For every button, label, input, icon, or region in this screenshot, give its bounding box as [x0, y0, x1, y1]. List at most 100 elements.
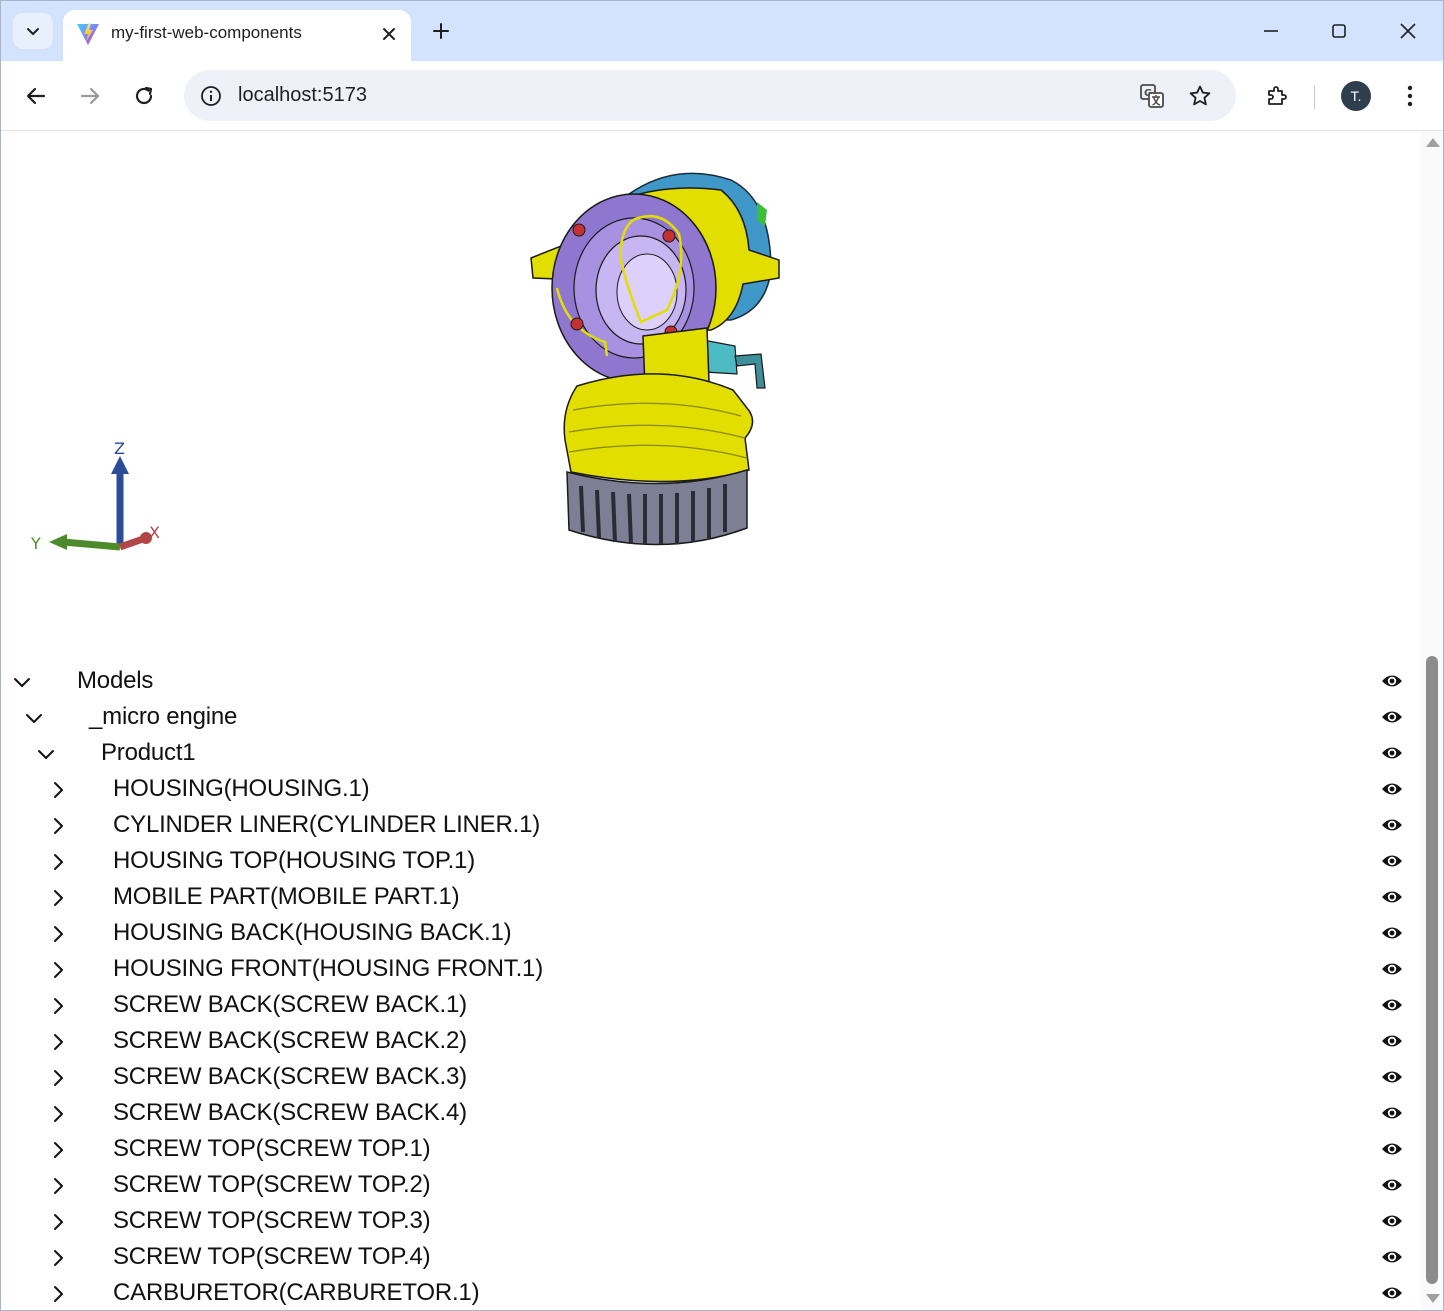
tree-row-label[interactable]: HOUSING BACK(HOUSING BACK.1)	[113, 919, 512, 947]
tree-row-label[interactable]: Product1	[101, 739, 196, 767]
tree-row[interactable]: _micro engine	[1, 700, 1421, 736]
tree-row[interactable]: SCREW TOP(SCREW TOP.1)	[1, 1132, 1421, 1168]
new-tab-button[interactable]	[425, 15, 457, 47]
tab-close-button[interactable]	[375, 20, 403, 48]
tree-row[interactable]: SCREW BACK(SCREW BACK.2)	[1, 1024, 1421, 1060]
visibility-toggle[interactable]	[1381, 706, 1403, 728]
tree-row-label[interactable]: CARBURETOR(CARBURETOR.1)	[113, 1279, 480, 1307]
carburetor-lever[interactable]	[734, 353, 766, 389]
collapse-toggle[interactable]	[21, 704, 47, 732]
expand-toggle[interactable]	[45, 776, 71, 804]
tree-row[interactable]: HOUSING(HOUSING.1)	[1, 772, 1421, 808]
tree-row[interactable]: SCREW BACK(SCREW BACK.1)	[1, 988, 1421, 1024]
extensions-button[interactable]	[1259, 78, 1295, 114]
visibility-toggle[interactable]	[1381, 922, 1403, 944]
visibility-toggle[interactable]	[1381, 994, 1403, 1016]
tree-row-label[interactable]: HOUSING(HOUSING.1)	[113, 775, 370, 803]
tree-row[interactable]: HOUSING BACK(HOUSING BACK.1)	[1, 916, 1421, 952]
expand-toggle[interactable]	[45, 1172, 71, 1200]
expand-toggle[interactable]	[45, 1280, 71, 1308]
tree-row[interactable]: SCREW TOP(SCREW TOP.2)	[1, 1168, 1421, 1204]
window-close-button[interactable]	[1388, 13, 1428, 49]
tree-row-label[interactable]: _micro engine	[89, 703, 237, 731]
tree-row-label[interactable]: SCREW BACK(SCREW BACK.1)	[113, 991, 467, 1019]
tree-row-label[interactable]: SCREW BACK(SCREW BACK.2)	[113, 1027, 467, 1055]
url-text[interactable]: localhost:5173	[238, 84, 367, 107]
visibility-toggle[interactable]	[1381, 958, 1403, 980]
expand-toggle[interactable]	[45, 1064, 71, 1092]
expand-toggle[interactable]	[45, 1028, 71, 1056]
tree-row-label[interactable]: SCREW TOP(SCREW TOP.1)	[113, 1135, 431, 1163]
minimize-button[interactable]	[1251, 13, 1291, 49]
3d-viewport[interactable]: Z Y X	[1, 132, 1421, 652]
expand-toggle[interactable]	[45, 1100, 71, 1128]
site-info-button[interactable]	[198, 83, 224, 109]
visibility-toggle[interactable]	[1381, 1210, 1403, 1232]
screw-back-3[interactable]	[570, 317, 584, 331]
menu-button[interactable]	[1392, 78, 1428, 114]
expand-toggle[interactable]	[45, 884, 71, 912]
engine-model[interactable]	[521, 160, 791, 560]
tree-row[interactable]: MOBILE PART(MOBILE PART.1)	[1, 880, 1421, 916]
expand-toggle[interactable]	[45, 812, 71, 840]
visibility-toggle[interactable]	[1381, 850, 1403, 872]
tree-row[interactable]: Models	[1, 664, 1421, 700]
expand-toggle[interactable]	[45, 920, 71, 948]
visibility-toggle[interactable]	[1381, 1102, 1403, 1124]
tree-row-label[interactable]: SCREW TOP(SCREW TOP.4)	[113, 1243, 431, 1271]
tree-row[interactable]: CYLINDER LINER(CYLINDER LINER.1)	[1, 808, 1421, 844]
scroll-thumb[interactable]	[1426, 656, 1438, 1284]
page-scrollbar[interactable]	[1421, 132, 1443, 1310]
screw-back-2[interactable]	[662, 229, 676, 243]
visibility-toggle[interactable]	[1381, 1246, 1403, 1268]
profile-avatar[interactable]: T.	[1341, 81, 1371, 111]
tree-row-label[interactable]: CYLINDER LINER(CYLINDER LINER.1)	[113, 811, 540, 839]
forward-button[interactable]	[72, 78, 108, 114]
visibility-toggle[interactable]	[1381, 742, 1403, 764]
collapse-toggle[interactable]	[33, 740, 59, 768]
expand-toggle[interactable]	[45, 956, 71, 984]
expand-toggle[interactable]	[45, 1136, 71, 1164]
tree-row-label[interactable]: HOUSING TOP(HOUSING TOP.1)	[113, 847, 475, 875]
tab-search-button[interactable]	[13, 13, 53, 49]
tree-row[interactable]: Product1	[1, 736, 1421, 772]
tree-row-label[interactable]: MOBILE PART(MOBILE PART.1)	[113, 883, 460, 911]
tree-row[interactable]: HOUSING TOP(HOUSING TOP.1)	[1, 844, 1421, 880]
visibility-toggle[interactable]	[1381, 778, 1403, 800]
address-bar[interactable]: localhost:5173 G	[184, 70, 1236, 121]
screw-back-1[interactable]	[572, 223, 586, 237]
visibility-toggle[interactable]	[1381, 814, 1403, 836]
tree-row[interactable]: HOUSING FRONT(HOUSING FRONT.1)	[1, 952, 1421, 988]
bookmark-button[interactable]	[1186, 82, 1214, 110]
expand-toggle[interactable]	[45, 992, 71, 1020]
translate-button[interactable]: G	[1138, 82, 1166, 110]
visibility-toggle[interactable]	[1381, 1174, 1403, 1196]
scroll-up-arrow[interactable]	[1426, 138, 1440, 147]
housing-fins[interactable]	[563, 373, 754, 483]
tree-row[interactable]: SCREW BACK(SCREW BACK.4)	[1, 1096, 1421, 1132]
tree-row-label[interactable]: SCREW BACK(SCREW BACK.4)	[113, 1099, 467, 1127]
visibility-toggle[interactable]	[1381, 1282, 1403, 1304]
tree-row[interactable]: SCREW TOP(SCREW TOP.3)	[1, 1204, 1421, 1240]
active-tab[interactable]: my-first-web-components	[63, 10, 411, 61]
visibility-toggle[interactable]	[1381, 886, 1403, 908]
tree-row-label[interactable]: SCREW TOP(SCREW TOP.3)	[113, 1207, 431, 1235]
tree-row-label[interactable]: Models	[77, 667, 153, 695]
tree-row[interactable]: CARBURETOR(CARBURETOR.1)	[1, 1276, 1421, 1310]
maximize-button[interactable]	[1319, 13, 1359, 49]
tree-row-label[interactable]: SCREW TOP(SCREW TOP.2)	[113, 1171, 431, 1199]
expand-toggle[interactable]	[45, 1208, 71, 1236]
visibility-toggle[interactable]	[1381, 1030, 1403, 1052]
reload-button[interactable]	[126, 78, 162, 114]
visibility-toggle[interactable]	[1381, 1138, 1403, 1160]
tree-row-label[interactable]: SCREW BACK(SCREW BACK.3)	[113, 1063, 467, 1091]
collapse-toggle[interactable]	[9, 668, 35, 696]
tree-row-label[interactable]: HOUSING FRONT(HOUSING FRONT.1)	[113, 955, 543, 983]
tree-row[interactable]: SCREW BACK(SCREW BACK.3)	[1, 1060, 1421, 1096]
back-button[interactable]	[18, 78, 54, 114]
visibility-toggle[interactable]	[1381, 670, 1403, 692]
visibility-toggle[interactable]	[1381, 1066, 1403, 1088]
tree-row[interactable]: SCREW TOP(SCREW TOP.4)	[1, 1240, 1421, 1276]
scroll-down-arrow[interactable]	[1426, 1294, 1440, 1303]
expand-toggle[interactable]	[45, 848, 71, 876]
